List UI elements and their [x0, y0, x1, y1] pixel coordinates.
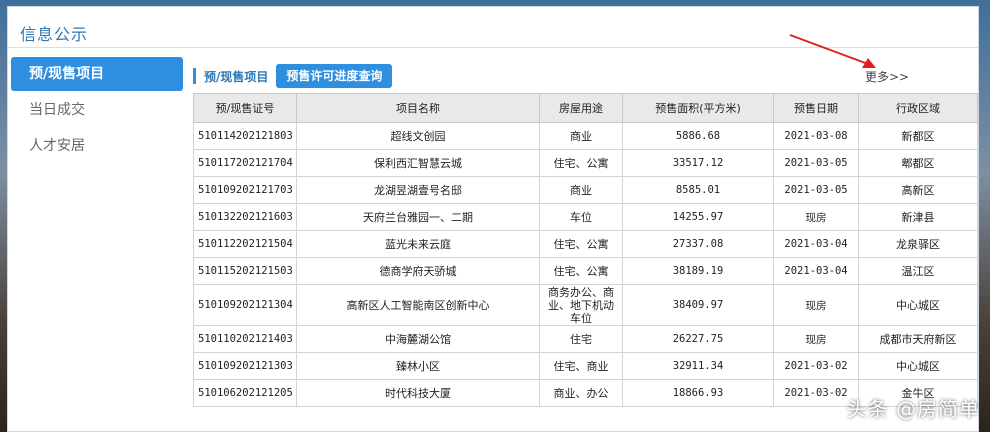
table-cell-name[interactable]: 高新区人工智能南区创新中心: [296, 284, 540, 326]
table-cell-area: 5886.68: [622, 122, 774, 150]
col-usage: 房屋用途: [539, 93, 623, 123]
table-cell-code: 510117202121704: [193, 149, 297, 177]
table-cell-district: 新津县: [858, 203, 978, 231]
table-cell-name[interactable]: 时代科技大厦: [296, 379, 540, 407]
table-cell-use: 住宅、公寓: [539, 230, 623, 258]
table-cell-code: 510109202121304: [193, 284, 297, 326]
table-cell-district: 温江区: [858, 257, 978, 285]
table-cell-date: 现房: [773, 284, 859, 326]
table-cell-code: 510132202121603: [193, 203, 297, 231]
table-cell-area: 14255.97: [622, 203, 774, 231]
table-cell-name[interactable]: 天府兰台雅园一、二期: [296, 203, 540, 231]
table-cell-district: 新都区: [858, 122, 978, 150]
table-cell-use: 住宅、商业: [539, 352, 623, 380]
table-header-row: 预/现售证号 项目名称 房屋用途 预售面积(平方米) 预售日期 行政区域: [193, 93, 978, 123]
sidebar-item-presale[interactable]: 预/现售项目: [11, 57, 183, 91]
table-cell-use: 车位: [539, 203, 623, 231]
sidebar-item-talent-housing[interactable]: 人才安居: [11, 129, 183, 163]
table-row: 510109202121304 高新区人工智能南区创新中心 商务办公、商业、地下机动…: [193, 284, 978, 326]
table-cell-code: 510110202121403: [193, 325, 297, 353]
table-cell-name[interactable]: 德商学府天骄城: [296, 257, 540, 285]
col-permit-no: 预/现售证号: [193, 93, 297, 123]
table-cell-code: 510109202121703: [193, 176, 297, 204]
table-cell-code: 510115202121503: [193, 257, 297, 285]
table-cell-date: 2021-03-04: [773, 257, 859, 285]
table-cell-name[interactable]: 超线文创园: [296, 122, 540, 150]
red-arrow-annotation: [789, 34, 876, 68]
table-cell-area: 33517.12: [622, 149, 774, 177]
table-cell-area: 38189.19: [622, 257, 774, 285]
table-cell-district: 成都市天府新区: [858, 325, 978, 353]
tab-presale-projects[interactable]: 预/现售项目: [204, 68, 268, 85]
table-cell-use: 商务办公、商业、地下机动车位: [539, 284, 623, 326]
table-cell-area: 26227.75: [622, 325, 774, 353]
info-panel: 信息公示 预/现售项目 当日成交 人才安居 预/现售项目 预售许可进度查询 更多…: [7, 6, 979, 432]
watermark: 头条 @房简单: [846, 397, 980, 421]
sidebar-item-daily-deals[interactable]: 当日成交: [11, 93, 183, 127]
panel-title: 信息公示: [20, 25, 89, 44]
table-row: 510109202121703 龙湖昱湖壹号名邸 商业 8585.01 2021-03-…: [193, 176, 978, 204]
table-cell-date: 2021-03-02: [773, 352, 859, 380]
table-cell-date: 现房: [773, 325, 859, 353]
table-cell-code: 510109202121303: [193, 352, 297, 380]
table-cell-name[interactable]: 保利西汇智慧云城: [296, 149, 540, 177]
table-cell-area: 38409.97: [622, 284, 774, 326]
table-row: 510112202121504 蓝光未来云庭 住宅、公寓 27337.08 2021-0…: [193, 230, 978, 258]
table-cell-date: 2021-03-04: [773, 230, 859, 258]
table-cell-district: 龙泉驿区: [858, 230, 978, 258]
table-cell-code: 510112202121504: [193, 230, 297, 258]
table-cell-use: 商业: [539, 122, 623, 150]
table-cell-area: 32911.34: [622, 352, 774, 380]
table-cell-use: 商业: [539, 176, 623, 204]
table-row: 510117202121704 保利西汇智慧云城 住宅、公寓 33517.12 2021…: [193, 149, 978, 177]
table-cell-district: 中心城区: [858, 284, 978, 326]
more-link[interactable]: 更多>>: [865, 68, 909, 85]
col-date: 预售日期: [773, 93, 859, 123]
table-cell-name[interactable]: 龙湖昱湖壹号名邸: [296, 176, 540, 204]
table-cell-area: 18866.93: [622, 379, 774, 407]
table-cell-area: 8585.01: [622, 176, 774, 204]
tab-bar: 预/现售项目 预售许可进度查询: [193, 64, 393, 88]
tab-presale-permit-progress[interactable]: 预售许可进度查询: [276, 64, 393, 88]
table-row: 510132202121603 天府兰台雅园一、二期 车位 14255.97 现房 新津县: [193, 203, 978, 231]
table-cell-area: 27337.08: [622, 230, 774, 258]
col-area: 预售面积(平方米): [622, 93, 774, 123]
tab-marker: [193, 68, 196, 84]
table-cell-date: 2021-03-08: [773, 122, 859, 150]
table-cell-date: 现房: [773, 203, 859, 231]
table-cell-date: 2021-03-05: [773, 149, 859, 177]
table-cell-name[interactable]: 臻林小区: [296, 352, 540, 380]
table-cell-use: 住宅、公寓: [539, 257, 623, 285]
table-cell-district: 中心城区: [858, 352, 978, 380]
table-row: 510114202121803 超线文创园 商业 5886.68 2021-03-08 新…: [193, 122, 978, 150]
table-cell-date: 2021-03-05: [773, 176, 859, 204]
table-cell-district: 高新区: [858, 176, 978, 204]
table-row: 510109202121303 臻林小区 住宅、商业 32911.34 2021-03-…: [193, 352, 978, 380]
table-row: 510110202121403 中海麓湖公馆 住宅 26227.75 现房 成都市天府新区: [193, 325, 978, 353]
table-cell-code: 510106202121205: [193, 379, 297, 407]
presale-table: 预/现售证号 项目名称 房屋用途 预售面积(平方米) 预售日期 行政区域 510…: [193, 93, 978, 407]
sidebar: 预/现售项目 当日成交 人才安居: [11, 57, 183, 165]
table-cell-code: 510114202121803: [193, 122, 297, 150]
table-row: 510115202121503 德商学府天骄城 住宅、公寓 38189.19 2021-…: [193, 257, 978, 285]
col-district: 行政区域: [858, 93, 978, 123]
col-project-name: 项目名称: [296, 93, 540, 123]
table-cell-use: 商业、办公: [539, 379, 623, 407]
table-cell-name[interactable]: 中海麓湖公馆: [296, 325, 540, 353]
table-cell-use: 住宅、公寓: [539, 149, 623, 177]
table-cell-use: 住宅: [539, 325, 623, 353]
table-cell-name[interactable]: 蓝光未来云庭: [296, 230, 540, 258]
table-cell-district: 郫都区: [858, 149, 978, 177]
